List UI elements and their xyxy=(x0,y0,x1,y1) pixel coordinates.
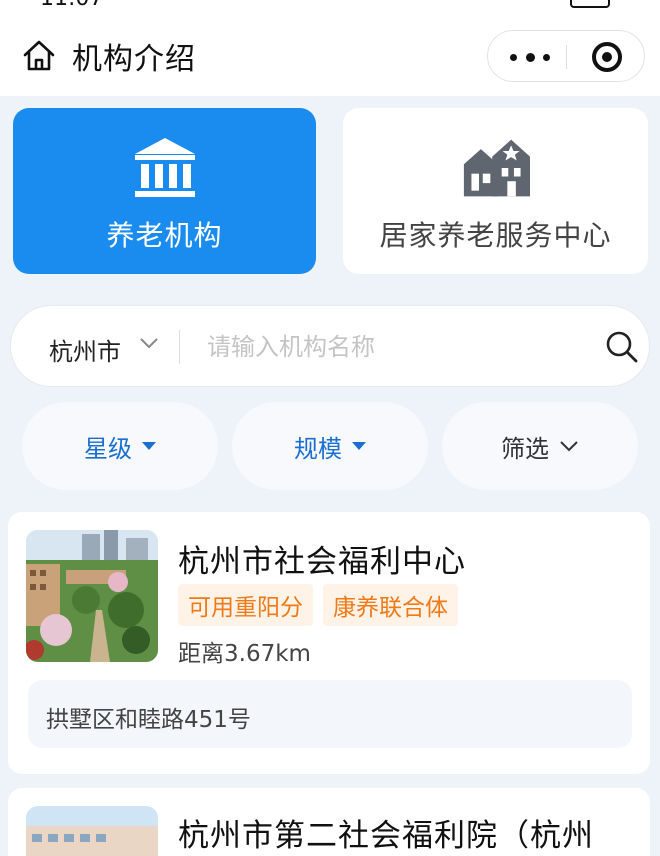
houses-icon xyxy=(463,139,530,197)
institution-distance: 距离3.67km xyxy=(178,641,311,667)
filter-scale[interactable]: 规模 xyxy=(232,402,428,490)
chevron-down-icon[interactable] xyxy=(139,336,159,350)
title-bar: 机构介绍 xyxy=(0,12,660,96)
institution-card[interactable]: 杭州市第二社会福利院（杭州 xyxy=(8,788,650,856)
category-home-care-center[interactable]: 居家养老服务中心 xyxy=(343,108,648,274)
address-box: 拱墅区和睦路451号 xyxy=(28,680,632,748)
category-label: 居家养老服务中心 xyxy=(379,219,612,252)
category-label: 养老机构 xyxy=(106,219,223,252)
institution-photo xyxy=(26,530,158,662)
filter-label: 规模 xyxy=(294,434,342,463)
battery-icon xyxy=(570,0,610,8)
institution-name: 杭州市第二社会福利院（杭州 xyxy=(178,818,594,854)
filter-star-level[interactable]: 星级 xyxy=(22,402,218,490)
triangle-down-icon xyxy=(352,442,366,450)
chevron-down-icon xyxy=(560,441,578,452)
capsule-divider xyxy=(566,45,567,69)
search-icon[interactable] xyxy=(605,330,639,364)
page-title: 机构介绍 xyxy=(72,42,196,77)
search-input[interactable] xyxy=(207,328,567,366)
mini-program-capsule xyxy=(487,30,645,82)
filter-more[interactable]: 筛选 xyxy=(442,402,638,490)
search-divider xyxy=(179,330,180,364)
tag-badge: 康养联合体 xyxy=(323,584,458,626)
target-icon[interactable] xyxy=(592,42,622,72)
category-nursing-institution[interactable]: 养老机构 xyxy=(13,108,316,274)
home-icon[interactable] xyxy=(22,38,56,72)
search-bar: 杭州市 xyxy=(10,305,650,387)
status-bar: 11:07 xyxy=(0,0,660,12)
tag-badge: 可用重阳分 xyxy=(178,584,313,626)
institution-photo xyxy=(26,806,158,856)
institution-name: 杭州市社会福利中心 xyxy=(178,544,466,580)
institution-building-icon xyxy=(134,138,195,197)
status-time: 11:07 xyxy=(40,0,103,11)
triangle-down-icon xyxy=(142,442,156,450)
institution-address: 拱墅区和睦路451号 xyxy=(46,707,251,733)
city-selector[interactable]: 杭州市 xyxy=(49,332,121,367)
institution-card[interactable]: 杭州市社会福利中心 可用重阳分 康养联合体 距离3.67km 拱墅区和睦路451… xyxy=(8,512,650,774)
more-dots-icon[interactable] xyxy=(510,48,550,66)
institution-tags: 可用重阳分 康养联合体 xyxy=(178,584,458,626)
filter-label: 筛选 xyxy=(501,434,549,463)
filter-label: 星级 xyxy=(84,434,132,463)
